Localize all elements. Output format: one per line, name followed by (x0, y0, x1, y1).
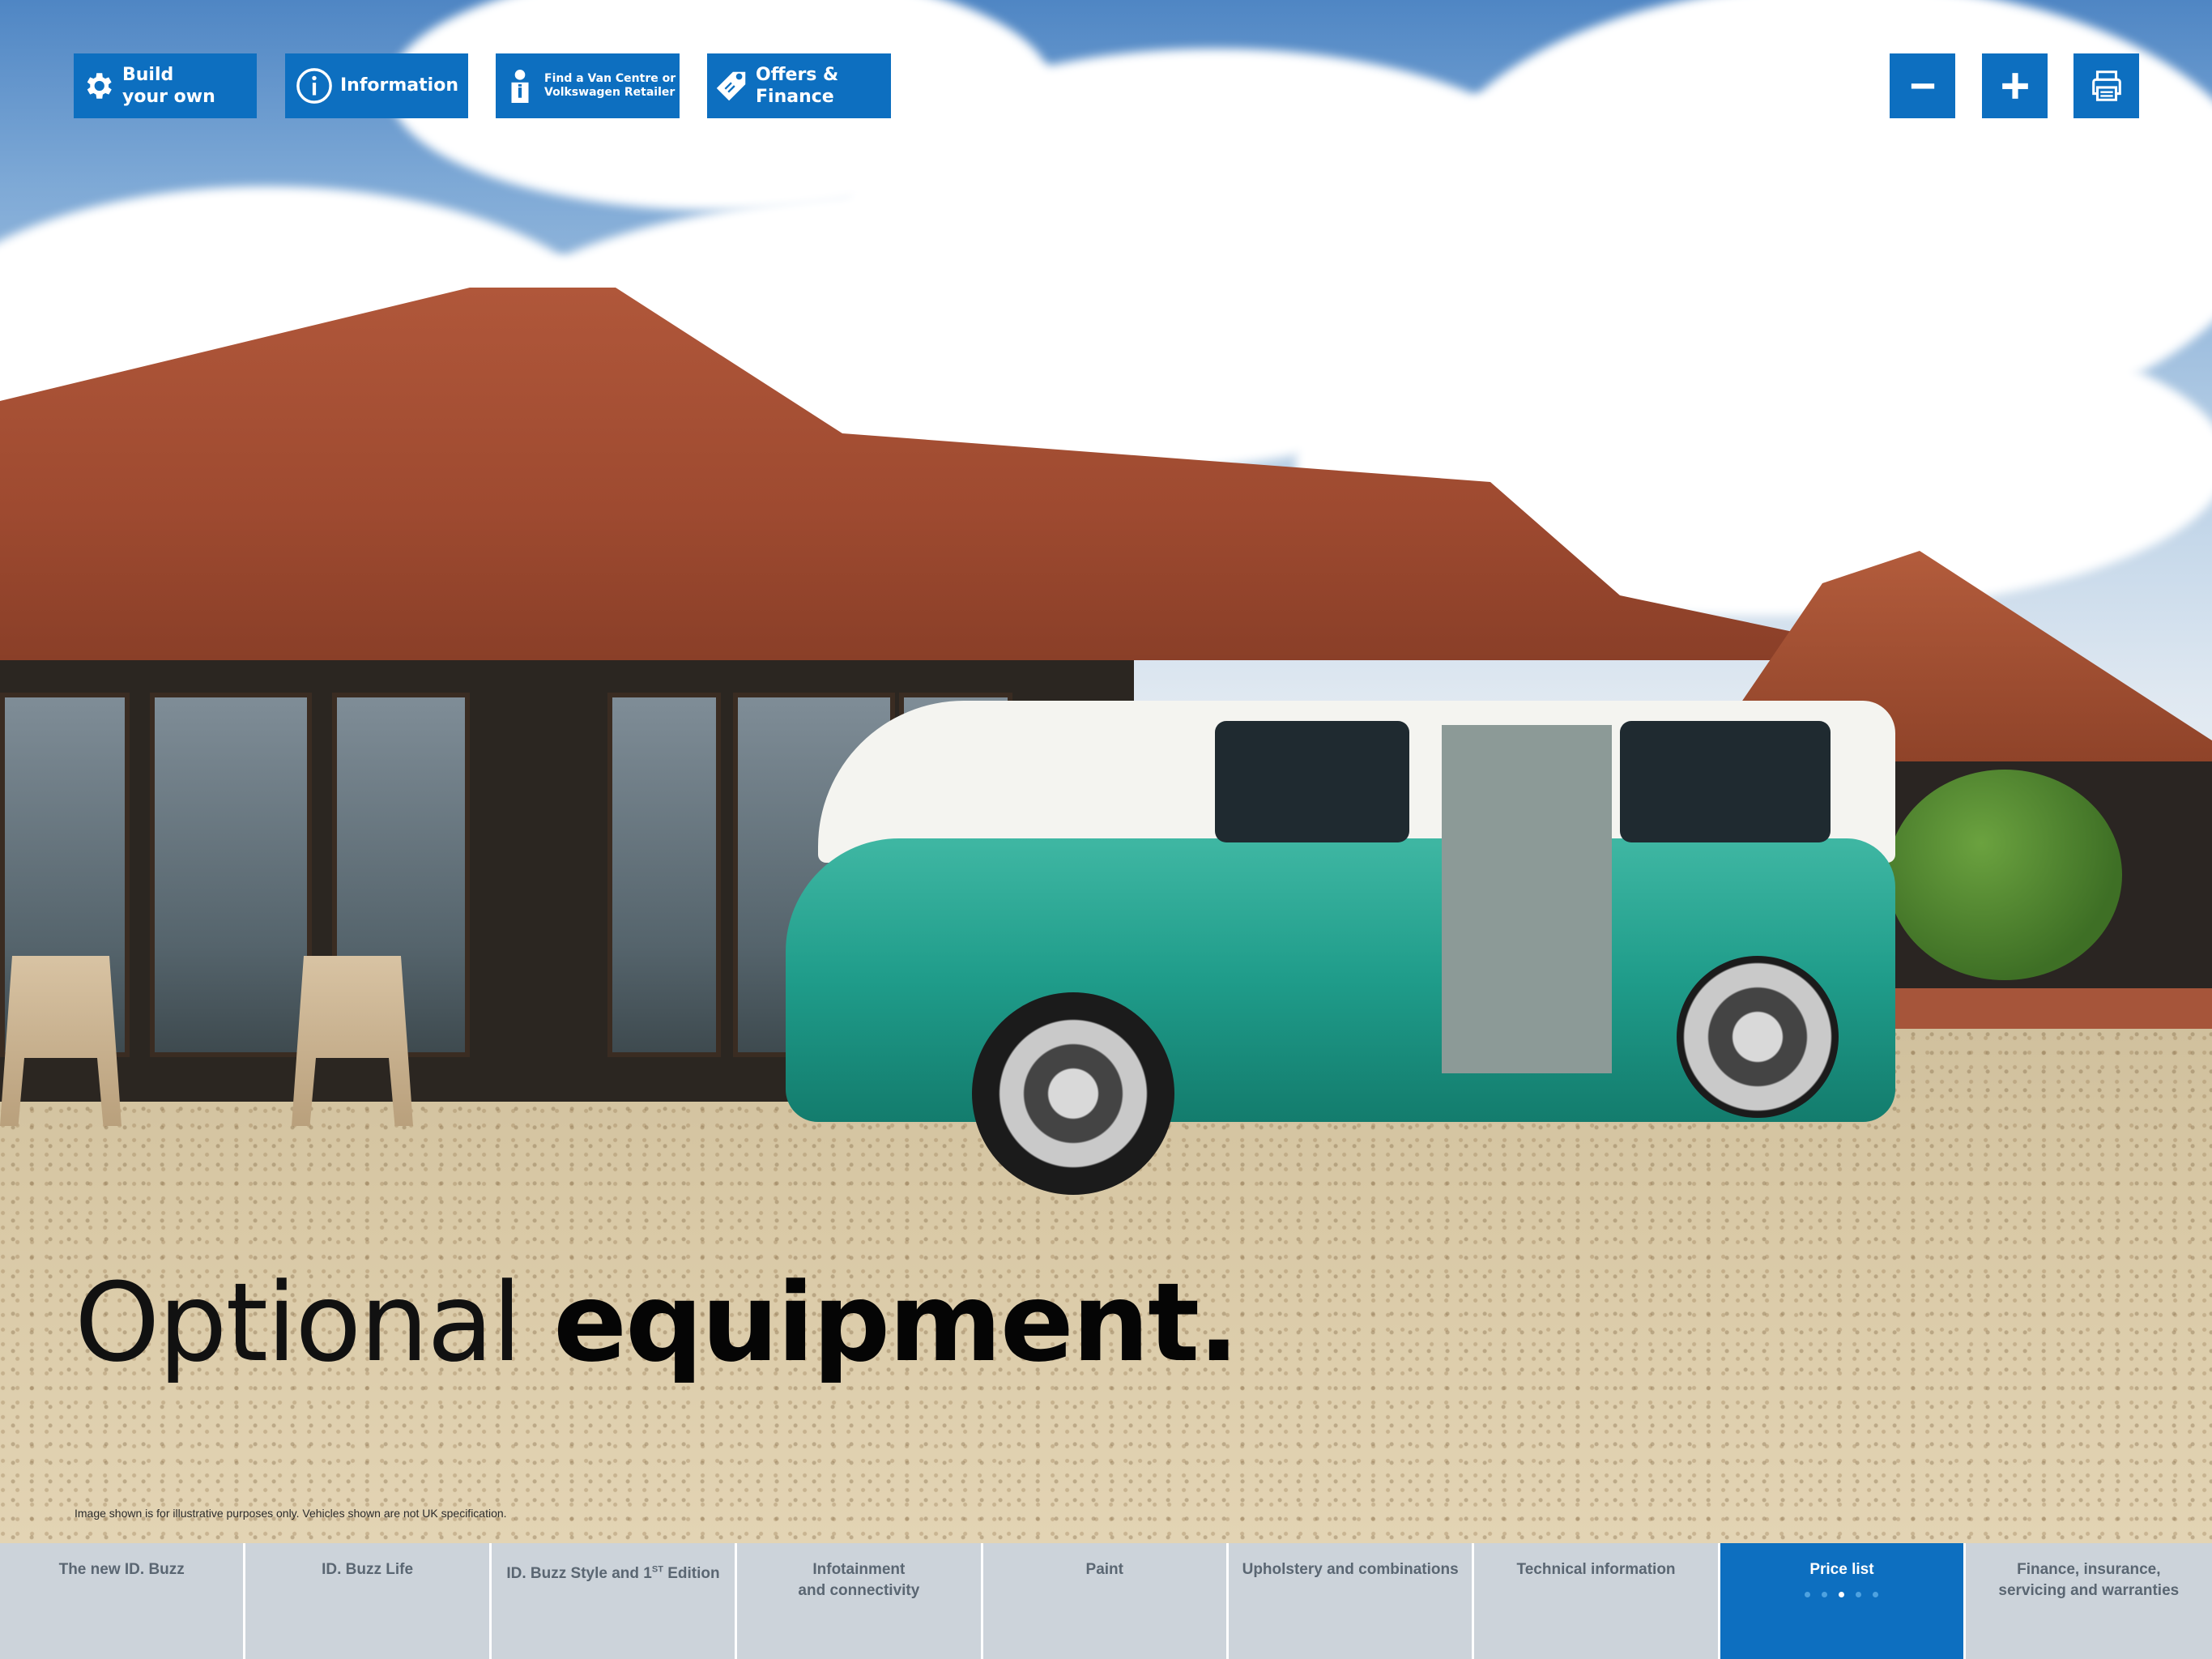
nav-tab-infotainment[interactable]: Infotainment and connectivity (737, 1543, 983, 1659)
page-title-light: Optional (75, 1260, 522, 1386)
nav-tab-label: Finance, insurance, servicing and warrant… (1998, 1561, 2180, 1599)
brick-base (1879, 988, 2212, 1029)
nav-tab-technical-information[interactable]: Technical information (1474, 1543, 1720, 1659)
info-icon (285, 53, 334, 118)
information-button[interactable]: Information (285, 53, 468, 118)
page-dot[interactable] (1822, 1592, 1828, 1597)
minus-icon (1911, 83, 1934, 89)
window (150, 693, 312, 1057)
page-title: Optional equipment. (75, 1263, 1239, 1383)
section-navigation: The new ID. Buzz ID. Buzz Life ID. Buzz … (0, 1543, 2212, 1659)
tag-icon (707, 53, 756, 118)
nav-tab-label: ID. Buzz Life (322, 1561, 414, 1578)
nav-tab-label: The new ID. Buzz (58, 1561, 185, 1578)
person-icon (496, 53, 544, 118)
page-dot[interactable] (1856, 1592, 1862, 1597)
van-wheel (972, 992, 1174, 1195)
nav-tab-price-list[interactable]: Price list (1720, 1543, 1967, 1659)
offers-finance-button[interactable]: Offers & Finance (707, 53, 891, 118)
nav-tab-label: Paint (1085, 1561, 1123, 1578)
page-indicator (1720, 1592, 1963, 1597)
offers-finance-label: Offers & Finance (756, 64, 839, 108)
print-button[interactable] (2073, 53, 2139, 118)
build-your-own-label: Build your own (122, 64, 215, 108)
nav-tab-finance-insurance[interactable]: Finance, insurance, servicing and warrant… (1966, 1543, 2212, 1659)
nav-tab-paint[interactable]: Paint (982, 1543, 1229, 1659)
zoom-out-button[interactable] (1890, 53, 1955, 118)
van-window (1620, 721, 1831, 842)
information-label: Information (340, 75, 458, 96)
page-dot-current[interactable] (1839, 1592, 1845, 1597)
tree (1887, 770, 2122, 980)
page-title-bold: equipment. (553, 1260, 1239, 1386)
nav-tab-label: Technical information (1516, 1561, 1676, 1578)
nav-tab-label: ID. Buzz Style and 1ST Edition (506, 1565, 720, 1583)
nav-tab-the-new-id-buzz[interactable]: The new ID. Buzz (0, 1543, 246, 1659)
page-dot[interactable] (1873, 1592, 1879, 1597)
nav-tab-upholstery[interactable]: Upholstery and combinations (1228, 1543, 1475, 1659)
plus-icon (2001, 73, 2028, 99)
nav-tab-id-buzz-life[interactable]: ID. Buzz Life (245, 1543, 492, 1659)
nav-tab-label: Price list (1809, 1561, 1874, 1578)
van-wheel (1677, 956, 1839, 1118)
find-retailer-label: Find a Van Centre or Volkswagen Retailer (544, 71, 676, 100)
image-disclaimer: Image shown is for illustrative purposes… (75, 1507, 507, 1520)
page-dot[interactable] (1805, 1592, 1811, 1597)
printer-icon (2091, 70, 2121, 101)
find-retailer-button[interactable]: Find a Van Centre or Volkswagen Retailer (496, 53, 680, 118)
nav-tab-label: Infotainment and connectivity (798, 1561, 920, 1599)
build-your-own-button[interactable]: Build your own (74, 53, 257, 118)
nav-tab-label: Upholstery and combinations (1242, 1561, 1459, 1578)
window (607, 693, 721, 1057)
van-sliding-door (1442, 725, 1612, 1073)
zoom-in-button[interactable] (1982, 53, 2048, 118)
gear-icon (74, 53, 122, 118)
nav-tab-id-buzz-style[interactable]: ID. Buzz Style and 1ST Edition (491, 1543, 738, 1659)
van-window (1215, 721, 1409, 842)
